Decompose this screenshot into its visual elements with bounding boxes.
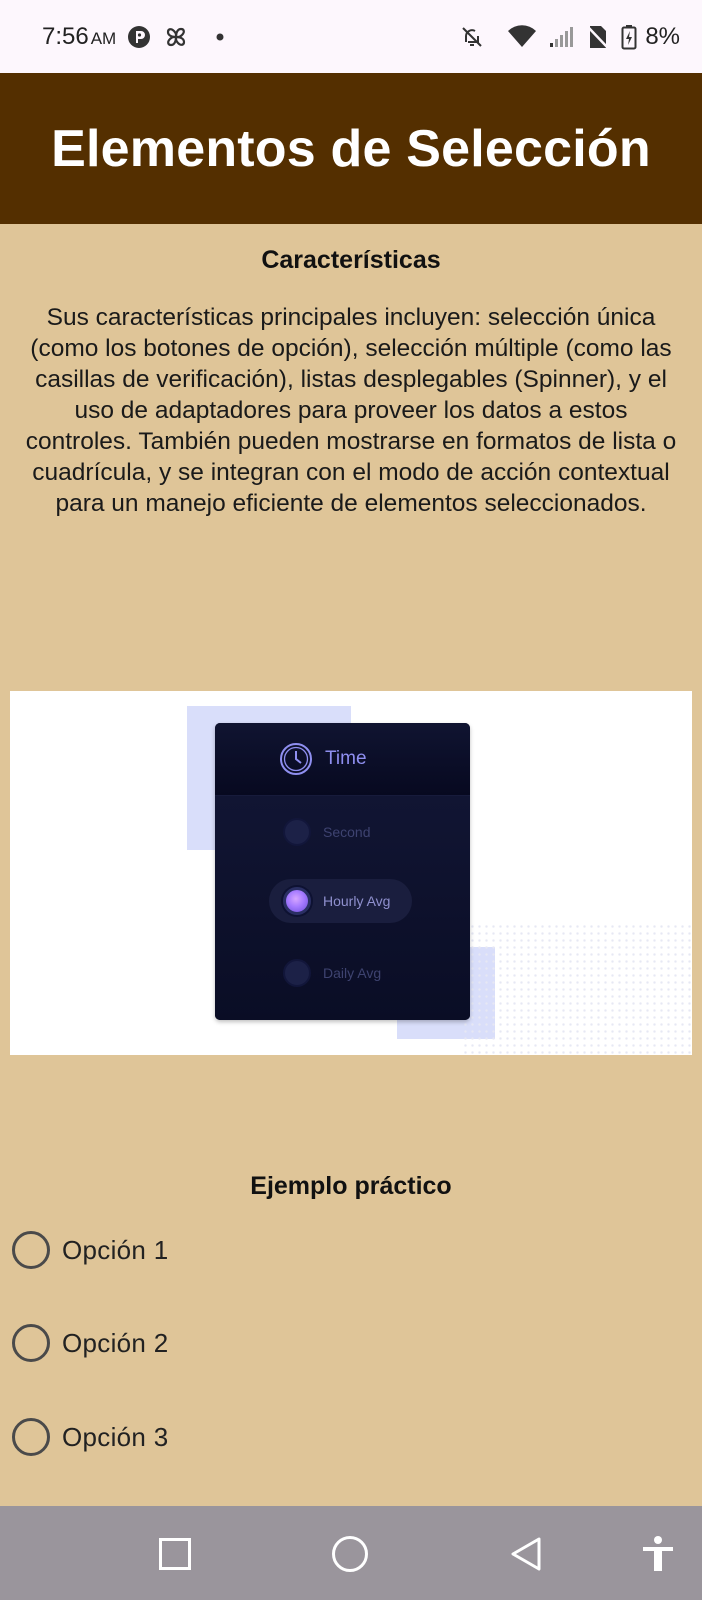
recents-icon [159,1538,191,1570]
radio-unchecked-icon[interactable] [12,1324,50,1362]
radio-option-label[interactable]: Opción 3 [62,1422,168,1453]
home-button[interactable] [330,1534,370,1574]
radio-dot-icon [283,818,311,846]
illustration-option-label: Daily Avg [323,965,382,981]
page-title: Elementos de Selección [51,119,651,178]
accessibility-icon [643,1536,673,1571]
radio-option-label[interactable]: Opción 2 [62,1328,168,1359]
no-sim-icon [587,24,610,50]
time-panel-options: Second Hourly Avg Daily Avg [215,796,470,1020]
radio-option-2[interactable]: Opción 2 [12,1321,168,1365]
radio-unchecked-icon[interactable] [12,1231,50,1269]
battery-percent: 8% [645,22,680,50]
back-button[interactable] [506,1534,546,1574]
recents-button[interactable] [155,1534,195,1574]
navigation-bar [0,1506,702,1600]
illustration-option-daily-avg: Daily Avg [283,959,381,987]
notification-dot-icon [216,33,224,41]
signal-icon [549,25,575,49]
illustration-option-hourly-avg: Hourly Avg [269,879,413,923]
example-heading: Ejemplo práctico [250,1172,452,1200]
time-selector-panel: Time Second Hourly Avg Daily Avg [215,723,470,1020]
wifi-icon [507,24,537,49]
radio-option-label[interactable]: Opción 1 [62,1235,168,1266]
features-heading: Características [261,246,441,274]
illustration-option-label: Second [323,824,371,840]
status-bar: 7:56 AM 8% [0,0,702,73]
features-description: Sus características principales incluyen… [25,304,677,517]
app-bar: Elementos de Selección [0,73,702,224]
status-time: 7:56 AM [42,22,117,50]
back-icon [511,1537,541,1571]
accessibility-button[interactable] [638,1534,678,1574]
radio-button-illustration: Time Second Hourly Avg Daily Avg [10,691,692,1055]
time-panel-header: Time [215,723,470,796]
clock-icon [279,742,313,776]
pinwheel-icon [162,23,190,51]
home-icon [332,1536,368,1572]
radio-option-1[interactable]: Opción 1 [12,1228,168,1272]
radio-dot-icon [283,959,311,987]
radio-option-3[interactable]: Opción 3 [12,1415,168,1459]
illustration-option-label: Hourly Avg [323,893,391,909]
app-notification-icon [126,24,152,50]
illustration-option-second: Second [283,818,370,846]
time-panel-label: Time [325,748,367,769]
dot-pattern [462,923,692,1055]
radio-unchecked-icon[interactable] [12,1418,50,1456]
radio-dot-selected-icon [283,887,311,915]
mute-bell-icon [459,24,485,50]
battery-icon [621,24,637,50]
